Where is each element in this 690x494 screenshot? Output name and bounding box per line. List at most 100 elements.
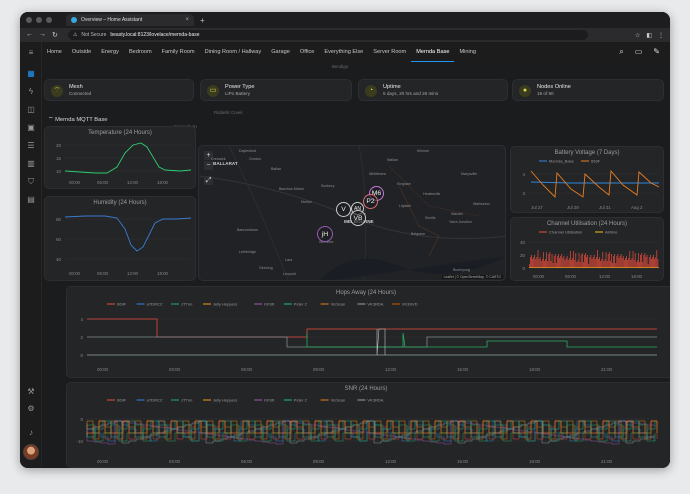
back-arrow-icon[interactable]: ← [26,31,33,39]
x-tick: 18:00 [157,271,169,276]
legend-label: Jelly Hoppers [213,398,237,403]
map-attribution[interactable]: Leaflet | © OpenStreetMap, © CARTO [441,275,503,279]
reload-icon[interactable]: ↻ [52,31,58,39]
tab-garage[interactable]: Garage [266,42,295,62]
entity-state: Connected [69,91,92,96]
overview-icon[interactable]: ▦ [26,69,36,79]
battery-voltage-chart-card[interactable]: Battery Voltage (7 Days) Mernda_Base 669… [510,146,664,213]
utilisation-bar [625,258,626,268]
bg-map-label: Bendigo [332,64,349,69]
utilisation-bar [545,259,546,268]
snr-chart-card[interactable]: SNR (24 Hours) 669F aTDRCC JTTnn Jelly Hopp… [66,382,670,468]
history-icon[interactable]: ▥ [26,159,36,169]
tab-energy[interactable]: Energy [96,42,124,62]
map-node-marker[interactable]: V [336,202,351,217]
tab-outside[interactable]: Outside [67,42,96,62]
map-place-label: Belgrave [411,232,426,236]
extension-icon[interactable]: ◧ [646,32,652,39]
map-node-marker[interactable]: P2 [363,194,378,209]
close-window-button[interactable] [26,17,32,23]
snr-series-line [86,420,658,440]
utilisation-bar [577,260,579,268]
tab-mining[interactable]: Mining [454,42,480,62]
channel-utilisation-chart-card[interactable]: Channel Utilisation (24 Hours) Channel U… [510,217,664,281]
utilisation-bar [574,260,576,268]
utilisation-bar [640,255,641,268]
developer-tools-icon[interactable]: ⚒ [26,387,36,397]
utilisation-bar [578,253,580,268]
entity-state: 5 days, 20 hrs and 26 mins [383,91,439,96]
utilisation-bar [656,250,658,268]
more-icon[interactable]: ⋮ [658,32,664,39]
close-tab-icon[interactable]: × [185,17,189,23]
power-type-card[interactable]: ▭ Power Type LiPo Battery [200,79,352,101]
humidity-chart-card[interactable]: Humidity (24 Hours) 80 60 40 00:00 06:00… [44,196,196,281]
utilisation-bar [562,258,564,268]
fit-map-icon[interactable]: ⤢ [204,176,213,185]
minimize-window-button[interactable] [36,17,42,23]
hamburger-menu-icon[interactable]: ≡ [26,48,36,58]
entity-state: 19 of 80 [537,91,554,96]
uptime-card[interactable]: ◔ Uptime 5 days, 20 hrs and 26 mins [358,79,508,101]
map-place-label: Ballan [271,167,281,171]
tab-server-room[interactable]: Server Room [368,42,411,62]
map-node-marker[interactable]: VB [350,210,366,226]
hops-legend: 669F aTDRCC JTTnn Jelly Hoppers KF3R Peter 2 V… [107,302,418,307]
address-bar[interactable]: ⚠ Not Secure beasty.local:8123/lovelace/… [67,30,588,40]
node-map[interactable]: + − ⤢ BALLARAT MELBOURNE Daylesford Cres… [198,145,506,281]
utilisation-bar [543,252,544,268]
warning-icon: ⚠ [72,32,78,38]
snr-series-line [86,420,658,440]
logbook-icon[interactable]: ☰ [26,141,36,151]
avatar[interactable] [23,444,39,460]
new-tab-button[interactable]: + [200,16,205,25]
notifications-bell-icon[interactable]: ♪ [26,428,36,438]
browser-tab[interactable]: Overview – Home Assistant × [66,14,194,26]
media-icon[interactable]: ▤ [26,195,36,205]
tab-office[interactable]: Office [295,42,320,62]
utilisation-bar [570,251,571,268]
tab-family-room[interactable]: Family Room [157,42,200,62]
hops-away-chart: 669F aTDRCC JTTnn Jelly Hoppers KF3R Peter 2 V… [81,302,657,372]
tab-bedroom[interactable]: Bedroom [124,42,157,62]
tab-dining-room-hallway[interactable]: Dining Room / Hallway [200,42,267,62]
map-icon[interactable]: ◫ [26,105,36,115]
energy-icon[interactable]: ϟ [26,87,36,97]
utilisation-bar [628,258,630,268]
legend-label: Mernda_Base [549,159,575,164]
zoom-out-button[interactable]: − [204,161,213,170]
utilisation-bar [633,260,635,268]
utilisation-bar [608,252,610,268]
humidity-chart: 80 60 40 00:00 06:00 12:00 18:00 [56,215,192,276]
shield-icon[interactable]: ⛉ [26,177,36,187]
map-place-label: Warburton [473,202,490,206]
utilisation-bar [548,254,550,268]
utilisation-bar [581,253,583,268]
utilisation-bar [643,255,645,268]
mesh-status-card[interactable]: ⌔ Mesh Connected [44,79,194,101]
tab-everything-else[interactable]: Everything Else [319,42,368,62]
utilisation-bar [644,253,646,268]
assist-chat-icon[interactable]: ▭ [635,47,643,57]
tab-mernda-base[interactable]: Mernda Base [411,42,455,62]
utilisation-bar [532,259,533,268]
forward-arrow-icon[interactable]: → [39,31,46,39]
utilisation-bar [553,256,555,268]
edit-pencil-icon[interactable]: ✎ [653,47,660,57]
y-tick: 20 [56,143,61,148]
utilisation-bar [564,260,566,268]
x-tick: 03:00 [169,367,181,372]
settings-icon[interactable]: ⚙ [26,404,36,414]
tab-home[interactable]: Home [42,42,67,62]
legend-label: Jelly Hoppers [213,302,237,307]
star-icon[interactable]: ☆ [635,32,640,39]
zoom-window-button[interactable] [46,17,52,23]
nodes-online-card[interactable]: ● Nodes Online 19 of 80 [512,79,664,101]
url-text[interactable]: beasty.local:8123/lovelace/mernda-base [110,32,199,38]
map-node-marker[interactable]: jH [317,226,333,242]
person-icon[interactable]: ▣ [26,123,36,133]
search-icon[interactable]: ⌕ [619,47,623,57]
x-tick: 09:00 [313,367,325,372]
temperature-chart-card[interactable]: Temperature (24 Hours) 20 15 10 00:00 06… [44,126,196,189]
hops-away-chart-card[interactable]: Hops Away (24 Hours) 669F aTDRCC JTTnn Jell… [66,286,670,378]
